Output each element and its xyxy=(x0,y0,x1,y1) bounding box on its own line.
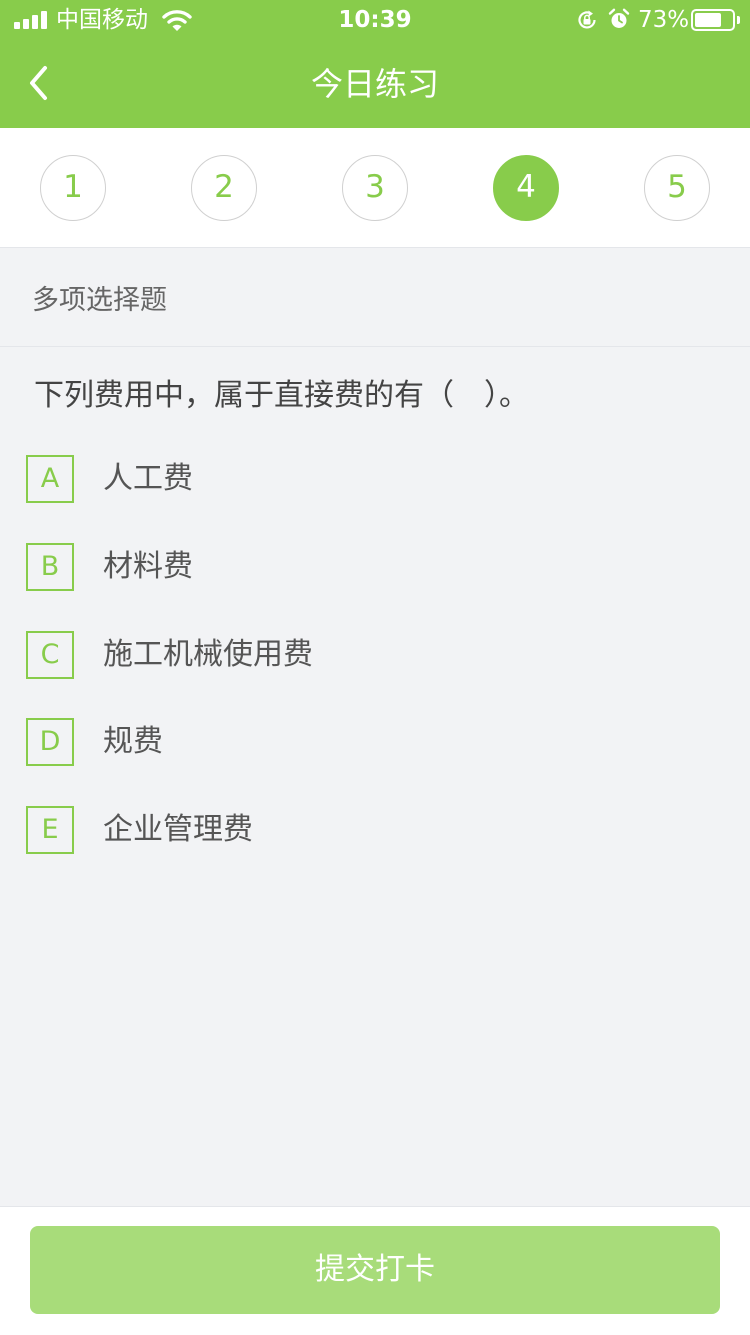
option-letter-box: A xyxy=(26,455,74,503)
question-type: 多项选择题 xyxy=(32,285,167,316)
step-3[interactable]: 3 xyxy=(342,155,408,221)
alarm-icon xyxy=(608,8,630,28)
option-letter-box: B xyxy=(26,543,74,591)
battery-cap xyxy=(737,16,740,24)
option-label: 施工机械使用费 xyxy=(103,637,313,672)
battery-percent: 73% xyxy=(638,7,690,33)
divider xyxy=(0,346,750,347)
option-a[interactable]: A 人工费 xyxy=(26,454,726,504)
status-bar: 中国移动 10:39 73% xyxy=(0,0,750,40)
app-header: 中国移动 10:39 73% 今日练习 xyxy=(0,0,750,128)
footer-bar: 提交打卡 xyxy=(0,1206,750,1335)
rotation-lock-icon xyxy=(578,10,596,29)
page-title: 今日练习 xyxy=(310,65,439,103)
option-d[interactable]: D 规费 xyxy=(26,717,726,767)
option-e[interactable]: E 企业管理费 xyxy=(26,805,726,855)
step-5[interactable]: 5 xyxy=(644,155,710,221)
option-letter-box: E xyxy=(26,806,74,854)
option-label: 企业管理费 xyxy=(103,812,253,847)
option-label: 规费 xyxy=(103,724,163,759)
option-c[interactable]: C 施工机械使用费 xyxy=(26,630,726,680)
option-label: 人工费 xyxy=(103,461,193,496)
submit-checkin-button[interactable]: 提交打卡 xyxy=(30,1226,720,1314)
option-letter-box: D xyxy=(26,718,74,766)
step-1[interactable]: 1 xyxy=(40,155,106,221)
question-steps: 1 2 3 4 5 xyxy=(0,128,750,248)
step-4[interactable]: 4 xyxy=(493,155,559,221)
option-b[interactable]: B 材料费 xyxy=(26,542,726,592)
battery-icon xyxy=(691,9,735,31)
step-2[interactable]: 2 xyxy=(191,155,257,221)
option-letter-box: C xyxy=(26,631,74,679)
battery-level xyxy=(695,13,721,27)
question-text: 下列费用中，属于直接费的有（ ）。 xyxy=(34,378,529,413)
option-label: 材料费 xyxy=(103,549,193,584)
